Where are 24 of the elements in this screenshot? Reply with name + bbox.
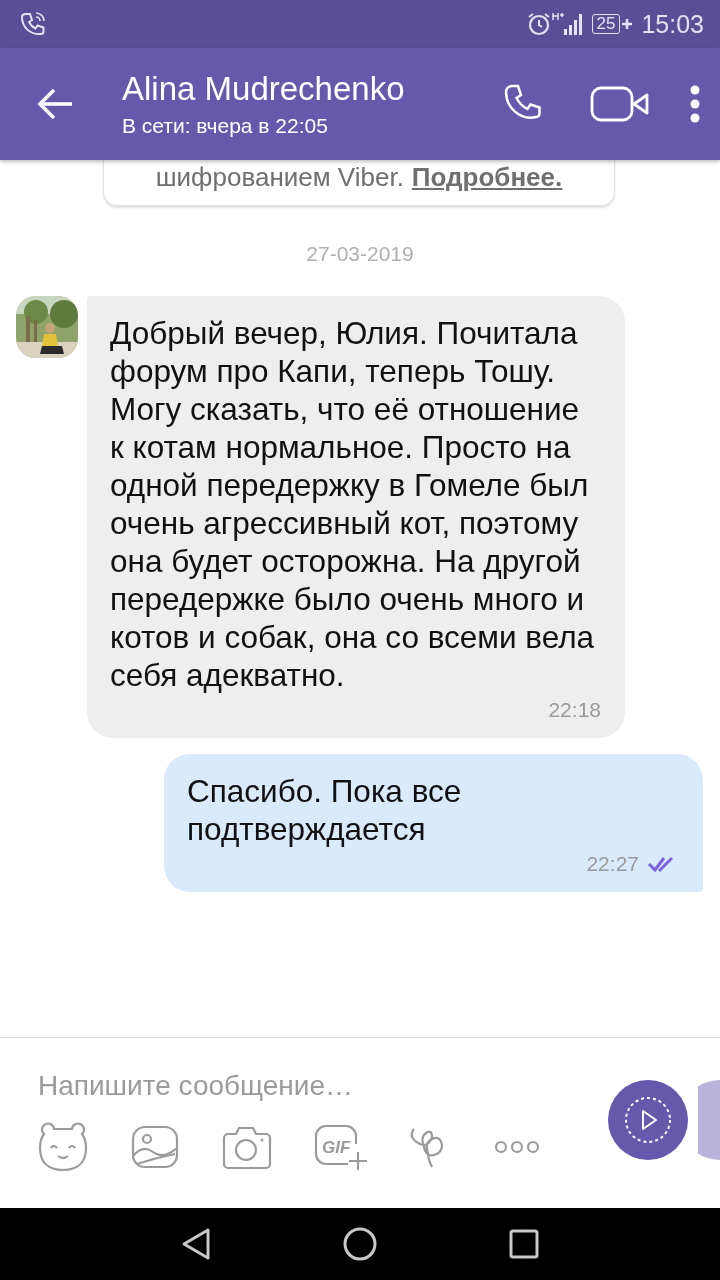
record-video-button[interactable] <box>608 1080 688 1160</box>
clock: 15:03 <box>641 9 704 39</box>
message-text: Добрый вечер, Юлия. Почитала форум про Капи, теперь Тошу. Могу сказать, что её отношение к котам нормальное. Просто на одной передержку в Гомеле был очень агрессивный кот, поэтому она будет осторожна. На другой передержке было очень много и котов и собак, она со всеми вела себя адекватно. <box>110 314 596 694</box>
more-icon[interactable] <box>494 1139 540 1155</box>
call-icon <box>20 11 46 37</box>
last-seen-status: В сети: вчера в 22:05 <box>122 114 329 138</box>
menu-icon[interactable] <box>690 85 700 123</box>
recent-apps-icon[interactable] <box>509 1229 539 1259</box>
back-icon[interactable] <box>181 1227 211 1261</box>
video-call-icon[interactable] <box>590 85 650 123</box>
message-input[interactable]: Напишите сообщение… <box>38 1066 578 1106</box>
learn-more-link[interactable]: Подробнее. <box>411 162 563 193</box>
date-divider: 27-03-2019 <box>306 242 414 266</box>
message-text: Спасибо. Пока все подтверждается <box>187 772 463 848</box>
message-time: 22:18 <box>548 698 601 722</box>
battery-level: 25 <box>591 14 621 34</box>
gallery-icon[interactable] <box>130 1124 180 1170</box>
camera-icon[interactable] <box>220 1124 272 1170</box>
home-icon[interactable] <box>343 1227 377 1261</box>
message-time: 22:27 <box>586 852 639 876</box>
notice-text: шифрованием Viber. <box>155 162 404 193</box>
charging-icon <box>621 18 634 30</box>
sticker-icon[interactable] <box>36 1122 90 1172</box>
contact-name: Alina Mudrechenko <box>122 70 406 108</box>
